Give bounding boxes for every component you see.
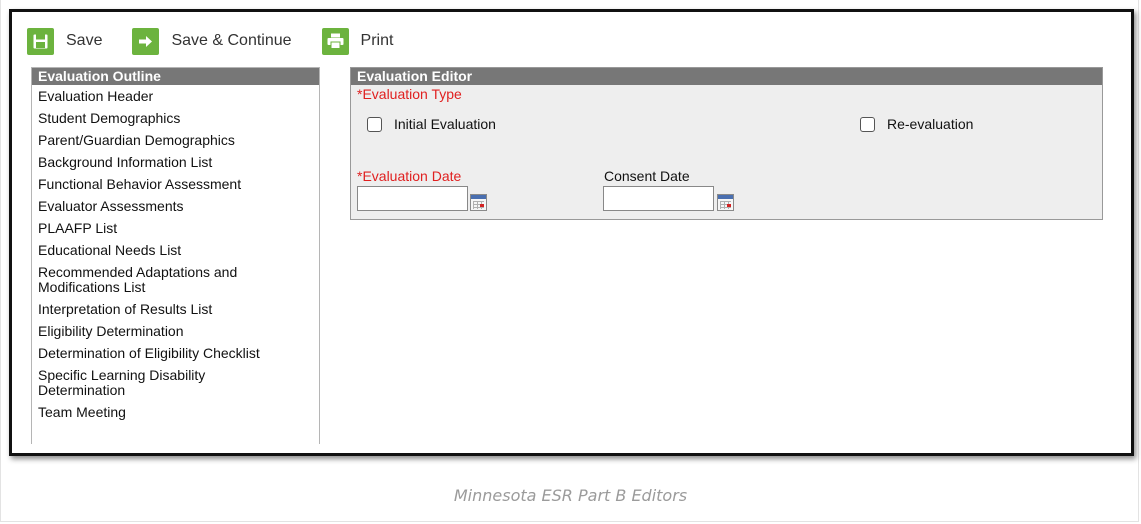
figure-caption: Minnesota ESR Part B Editors: [453, 486, 688, 505]
calendar-icon[interactable]: [470, 194, 487, 211]
save-label: Save: [66, 32, 103, 49]
print-button[interactable]: Print: [321, 27, 424, 55]
outline-item-team-meeting[interactable]: Team Meeting: [38, 402, 319, 424]
outline-item-interpretation-of-results[interactable]: Interpretation of Results List: [38, 299, 319, 321]
evaluation-date-label: *Evaluation Date: [357, 168, 462, 184]
evaluation-date-input[interactable]: [357, 186, 468, 211]
outline-item-student-demographics[interactable]: Student Demographics: [38, 108, 319, 130]
outline-item-evaluator-assessments[interactable]: Evaluator Assessments: [38, 196, 319, 218]
outline-item-functional-behavior-assessment[interactable]: Functional Behavior Assessment: [38, 174, 319, 196]
evaluation-editor-panel: Evaluation Editor *Evaluation Type Initi…: [350, 67, 1103, 220]
calendar-icon[interactable]: [717, 194, 734, 211]
print-label: Print: [360, 32, 394, 49]
re-evaluation-option[interactable]: Re-evaluation: [860, 116, 973, 132]
re-evaluation-checkbox[interactable]: [860, 116, 875, 132]
outline-item-eligibility-determination[interactable]: Eligibility Determination: [38, 321, 319, 343]
save-icon: [27, 27, 54, 55]
outline-item-parent-guardian-demographics[interactable]: Parent/Guardian Demographics: [38, 130, 319, 152]
editor-header: Evaluation Editor: [351, 68, 1102, 85]
initial-evaluation-label: Initial Evaluation: [394, 116, 496, 132]
save-continue-label: Save & Continue: [171, 32, 292, 49]
consent-date-label: Consent Date: [604, 168, 690, 184]
re-evaluation-label: Re-evaluation: [887, 116, 974, 132]
evaluation-type-label: *Evaluation Type: [357, 86, 462, 102]
outline-item-educational-needs-list[interactable]: Educational Needs List: [38, 240, 319, 262]
outline-item-plaafp-list[interactable]: PLAAFP List: [38, 218, 319, 240]
initial-evaluation-option[interactable]: Initial Evaluation: [367, 116, 496, 132]
outline-item-specific-learning-disability[interactable]: Specific Learning Disability Determinati…: [38, 365, 268, 402]
save-button[interactable]: Save: [27, 27, 132, 55]
evaluation-outline-panel: Evaluation Outline Evaluation Header Stu…: [31, 67, 320, 444]
printer-icon: [321, 27, 349, 55]
outline-list: Evaluation Header Student Demographics P…: [32, 85, 319, 424]
outline-item-determination-of-eligibility-checklist[interactable]: Determination of Eligibility Checklist: [38, 343, 319, 365]
outline-header: Evaluation Outline: [32, 68, 319, 85]
initial-evaluation-checkbox[interactable]: [367, 116, 382, 132]
save-continue-button[interactable]: Save & Continue: [132, 27, 321, 55]
outline-item-recommended-adaptations[interactable]: Recommended Adaptations and Modification…: [38, 262, 288, 299]
toolbar: Save Save & Continue Print: [27, 23, 423, 59]
outline-item-background-information-list[interactable]: Background Information List: [38, 152, 319, 174]
arrow-right-icon: [132, 27, 160, 55]
app-window: Save Save & Continue Print Evaluation Ou…: [9, 9, 1134, 456]
outline-item-evaluation-header[interactable]: Evaluation Header: [38, 86, 319, 108]
consent-date-input[interactable]: [603, 186, 714, 211]
